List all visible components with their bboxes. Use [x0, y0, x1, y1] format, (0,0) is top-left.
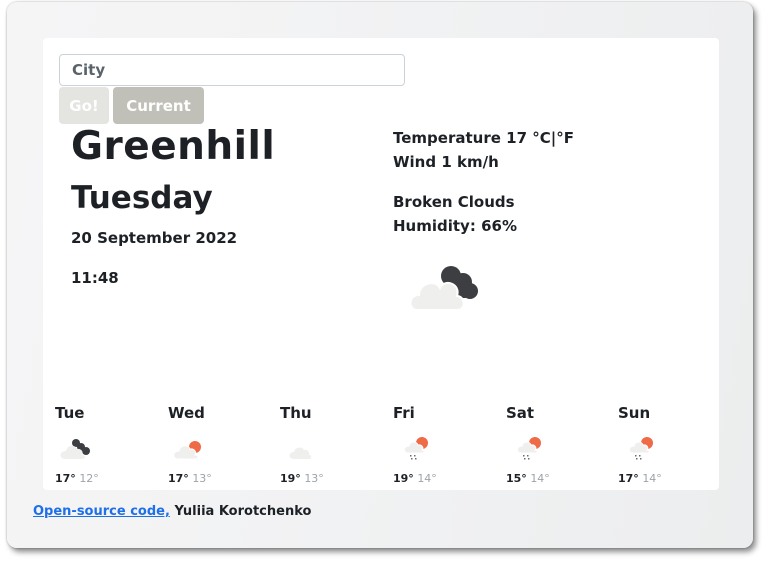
forecast-max-temp: 19° — [393, 472, 414, 485]
forecast-min-temp: 14° — [530, 472, 550, 485]
forecast-day-name: Wed — [168, 404, 205, 422]
current-time: 11:48 — [71, 269, 119, 287]
wind-label: Wind — [393, 153, 437, 171]
current-location-button[interactable]: Current — [113, 87, 204, 124]
forecast-max-temp: 19° — [280, 472, 301, 485]
forecast-min-temp: 12° — [79, 472, 99, 485]
humidity-value: 66% — [481, 217, 517, 235]
wind-unit: km/h — [457, 153, 499, 171]
author-name: Yuliia Korotchenko — [174, 504, 312, 519]
wind-value: 1 — [441, 153, 452, 171]
temperature-row: Temperature 17 °C|°F — [393, 126, 574, 150]
weather-card: Go! Current Greenhill Tuesday 20 Septemb… — [43, 38, 719, 490]
rain-sun-icon — [516, 437, 541, 460]
temperature-value: 17 — [506, 129, 528, 147]
city-search-input[interactable] — [59, 54, 405, 86]
humidity-label: Humidity: — [393, 217, 476, 235]
forecast-max-temp: 17° — [618, 472, 639, 485]
cloud-icon — [289, 447, 312, 459]
forecast-min-temp: 14° — [642, 472, 662, 485]
few-clouds-icon — [173, 441, 201, 460]
forecast-day: Sat 15° 14° — [494, 404, 594, 485]
forecast-day: Wed 17° 13° — [156, 404, 256, 485]
forecast-max-temp: 17° — [55, 472, 76, 485]
celsius-link[interactable]: °C — [532, 129, 551, 147]
temperature-label: Temperature — [393, 129, 501, 147]
forecast-day: Sun 17° 14° — [606, 404, 706, 485]
broken-clouds-icon — [409, 266, 478, 311]
forecast-day: Fri 19° 14° — [381, 404, 481, 485]
rain-sun-icon — [628, 437, 653, 460]
forecast-day-name: Sun — [618, 404, 651, 422]
open-source-link[interactable]: Open-source code, — [33, 504, 170, 519]
weather-description: Broken Clouds — [393, 193, 515, 211]
forecast-row: Tue 17° 12° Wed 17° 13° Thu 19° 13° Fri … — [43, 404, 719, 490]
forecast-day-name: Sat — [506, 404, 535, 422]
forecast-min-temp: 13° — [304, 472, 324, 485]
current-date: 20 September 2022 — [71, 229, 238, 247]
forecast-max-temp: 17° — [168, 472, 189, 485]
footer: Open-source code, Yuliia Korotchenko — [33, 504, 311, 519]
city-name: Greenhill — [71, 124, 276, 169]
forecast-min-temp: 14° — [417, 472, 437, 485]
current-day: Tuesday — [71, 180, 213, 216]
forecast-day-name: Tue — [55, 404, 85, 422]
forecast-max-temp: 15° — [506, 472, 527, 485]
fahrenheit-link[interactable]: °F — [556, 129, 574, 147]
forecast-day: Tue 17° 12° — [43, 404, 143, 485]
forecast-day: Thu 19° 13° — [268, 404, 368, 485]
wind-row: Wind 1 km/h — [393, 150, 574, 174]
app-window: Go! Current Greenhill Tuesday 20 Septemb… — [7, 2, 753, 548]
humidity-row: Humidity: 66% — [393, 214, 574, 238]
weather-details: Temperature 17 °C|°F Wind 1 km/h Broken … — [393, 126, 574, 238]
go-button[interactable]: Go! — [59, 87, 109, 124]
forecast-min-temp: 13° — [192, 472, 212, 485]
forecast-day-name: Fri — [393, 404, 415, 422]
broken-clouds-icon — [60, 439, 90, 459]
forecast-day-name: Thu — [280, 404, 312, 422]
rain-sun-icon — [403, 437, 428, 460]
